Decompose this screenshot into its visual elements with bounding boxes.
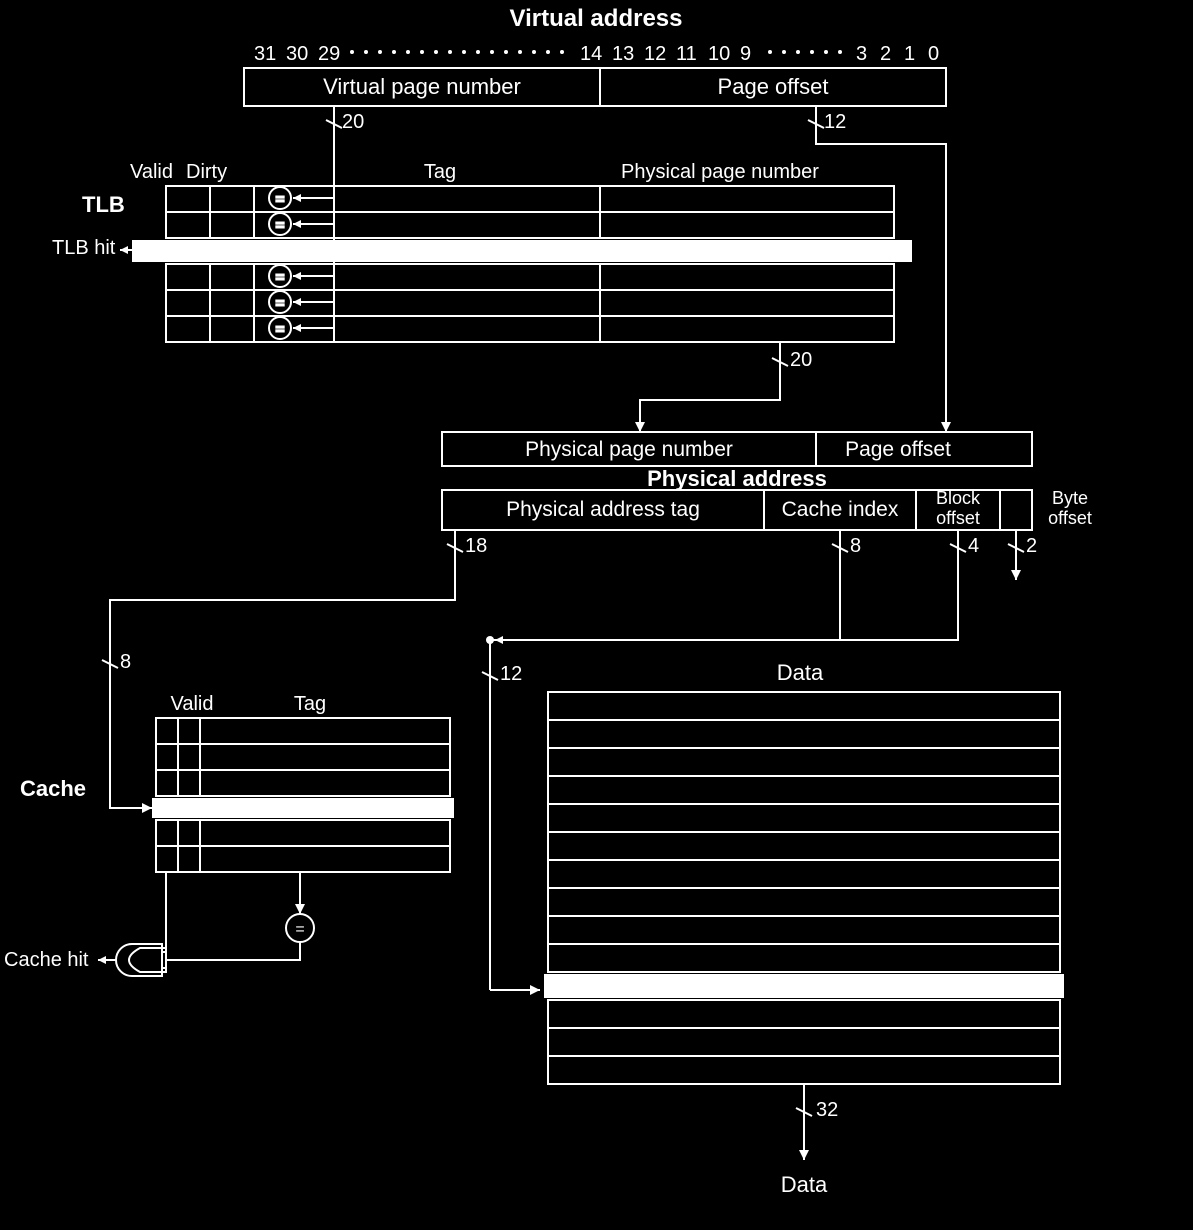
svg-text:=: = xyxy=(276,191,285,208)
label-pa-offset: Page offset xyxy=(845,438,951,461)
svg-text:offset: offset xyxy=(936,508,980,528)
label-data-out: Data xyxy=(781,1172,828,1197)
label-tlb: TLB xyxy=(82,192,125,217)
label-byte-offset: Byte xyxy=(1052,488,1088,508)
svg-text:3: 3 xyxy=(856,43,867,65)
svg-text:=: = xyxy=(276,269,285,286)
label-pa-tag: Physical address tag xyxy=(506,498,700,521)
width-ppn: 20 xyxy=(790,349,812,371)
cache-col-tag: Tag xyxy=(294,693,326,715)
width-vpn: 20 xyxy=(342,111,364,133)
label-cache: Cache xyxy=(20,776,86,801)
title-virtual-address: Virtual address xyxy=(510,5,683,32)
svg-text:13: 13 xyxy=(612,43,634,65)
tlb-col-valid: Valid xyxy=(130,161,173,183)
svg-text:9: 9 xyxy=(740,43,751,65)
svg-text:30: 30 xyxy=(286,43,308,65)
svg-text:1: 1 xyxy=(904,43,915,65)
svg-text:=: = xyxy=(276,295,285,312)
svg-text:31: 31 xyxy=(254,43,276,65)
label-cache-index: Cache index xyxy=(782,498,899,521)
label-data-col: Data xyxy=(777,660,824,685)
va-fields-box: Virtual page number Page offset xyxy=(244,68,946,106)
svg-text:12: 12 xyxy=(644,43,666,65)
svg-text:=: = xyxy=(276,217,285,234)
svg-text:11: 11 xyxy=(676,43,697,65)
cache-comparator-icon: = xyxy=(295,921,304,938)
svg-text:offset: offset xyxy=(1048,508,1092,528)
svg-text:0: 0 xyxy=(928,43,939,65)
and-gate-icon xyxy=(116,944,166,976)
width-to-cache: 8 xyxy=(120,651,131,673)
data-table xyxy=(544,692,1064,1084)
width-cache-ref: 12 xyxy=(500,663,522,685)
width-byte-offset: 2 xyxy=(1026,535,1037,557)
tlb-headers: Valid Dirty Tag Physical page number xyxy=(130,161,819,183)
svg-text:2: 2 xyxy=(880,43,891,65)
width-data: 32 xyxy=(816,1099,838,1121)
width-pa-tag: 18 xyxy=(465,535,487,557)
title-physical-address: Physical address xyxy=(647,466,827,491)
label-vpn: Virtual page number xyxy=(323,74,521,99)
svg-text:=: = xyxy=(276,321,285,338)
tlb-col-dirty: Dirty xyxy=(186,161,227,183)
tlb-cache-diagram: Virtual address 31 30 29 14 13 12 11 10 … xyxy=(0,0,1193,1224)
label-block-offset: Block xyxy=(936,488,981,508)
svg-text:29: 29 xyxy=(318,43,340,65)
svg-text:14: 14 xyxy=(580,43,602,65)
svg-text:10: 10 xyxy=(708,43,730,65)
label-cache-hit: Cache hit xyxy=(4,949,89,971)
tlb-col-ppn: Physical page number xyxy=(621,161,819,183)
label-tlb-hit: TLB hit xyxy=(52,237,116,259)
cache-tag-table xyxy=(152,718,454,872)
tlb-col-tag: Tag xyxy=(424,161,456,183)
cache-col-valid: Valid xyxy=(171,693,214,715)
physical-address-box: Physical page number Page offset Physica… xyxy=(442,432,1092,530)
va-bit-numbers: 31 30 29 14 13 12 11 10 9 3 2 1 0 xyxy=(254,43,939,65)
tlb-table xyxy=(132,186,912,342)
label-ppn: Physical page number xyxy=(525,438,733,461)
label-page-offset: Page offset xyxy=(718,74,829,99)
width-cache-index: 8 xyxy=(850,535,861,557)
width-offset: 12 xyxy=(824,111,846,133)
width-block-offset: 4 xyxy=(968,535,979,557)
